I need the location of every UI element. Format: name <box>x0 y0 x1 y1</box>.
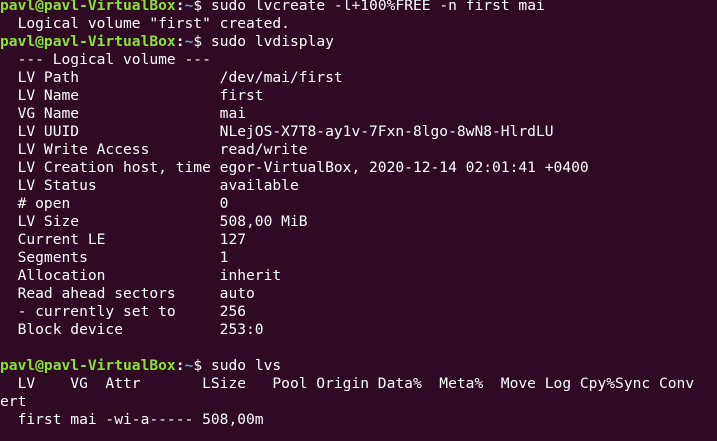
output-line: LV Status available <box>0 177 299 194</box>
prompt-path: ~ <box>184 33 194 50</box>
output-line: LV UUID NLejOS-X7T8-ay1v-7Fxn-8lgo-8wN8-… <box>0 123 554 140</box>
output-line: LV Creation host, time egor-VirtualBox, … <box>0 159 589 176</box>
prompt-symbol: $ <box>193 357 211 374</box>
prompt-user-host: pavl@pavl-VirtualBox <box>0 33 176 50</box>
output-line: Block device 253:0 <box>0 321 264 338</box>
prompt-line: pavl@pavl-VirtualBox:~$ sudo lvcreate -l… <box>0 0 717 15</box>
output-line: - currently set to 256 <box>0 303 247 320</box>
output-line: LV Path /dev/mai/first <box>0 69 343 86</box>
prompt-separator: : <box>175 357 185 374</box>
output-line: LV Name first <box>0 87 264 104</box>
prompt-symbol: $ <box>193 33 211 50</box>
output-line: Logical volume "first" created. <box>0 15 290 32</box>
command-text: sudo lvcreate -l+100%FREE -n first mai <box>210 0 545 14</box>
prompt-line: pavl@pavl-VirtualBox:~$ sudo lvs <box>0 357 717 375</box>
output-line: # open 0 <box>0 195 229 212</box>
prompt-symbol: $ <box>193 0 211 14</box>
output-line: --- Logical volume --- <box>0 51 211 68</box>
output-line: ert <box>0 393 27 410</box>
prompt-path: ~ <box>184 0 194 14</box>
output-line: first mai -wi-a----- 508,00m <box>0 411 264 428</box>
output-line: VG Name mai <box>0 105 247 122</box>
prompt-user-host: pavl@pavl-VirtualBox <box>0 0 176 14</box>
prompt-separator: : <box>175 33 185 50</box>
terminal-window[interactable]: pavl@pavl-VirtualBox:~$ sudo lvcreate -l… <box>0 0 717 438</box>
output-line: Current LE 127 <box>0 231 247 248</box>
prompt-separator: : <box>175 0 185 14</box>
output-line: Segments 1 <box>0 249 229 266</box>
output-line: Allocation inherit <box>0 267 282 284</box>
command-text: sudo lvs <box>210 357 282 374</box>
output-line: Read ahead sectors auto <box>0 285 255 302</box>
output-line: LV Write Access read/write <box>0 141 308 158</box>
prompt-path: ~ <box>184 357 194 374</box>
output-line: LV Size 508,00 MiB <box>0 213 308 230</box>
command-text: sudo lvdisplay <box>210 33 334 50</box>
prompt-line: pavl@pavl-VirtualBox:~$ sudo lvdisplay <box>0 33 717 51</box>
output-line: LV VG Attr LSize Pool Origin Data% Meta%… <box>0 375 695 392</box>
prompt-user-host: pavl@pavl-VirtualBox <box>0 357 176 374</box>
